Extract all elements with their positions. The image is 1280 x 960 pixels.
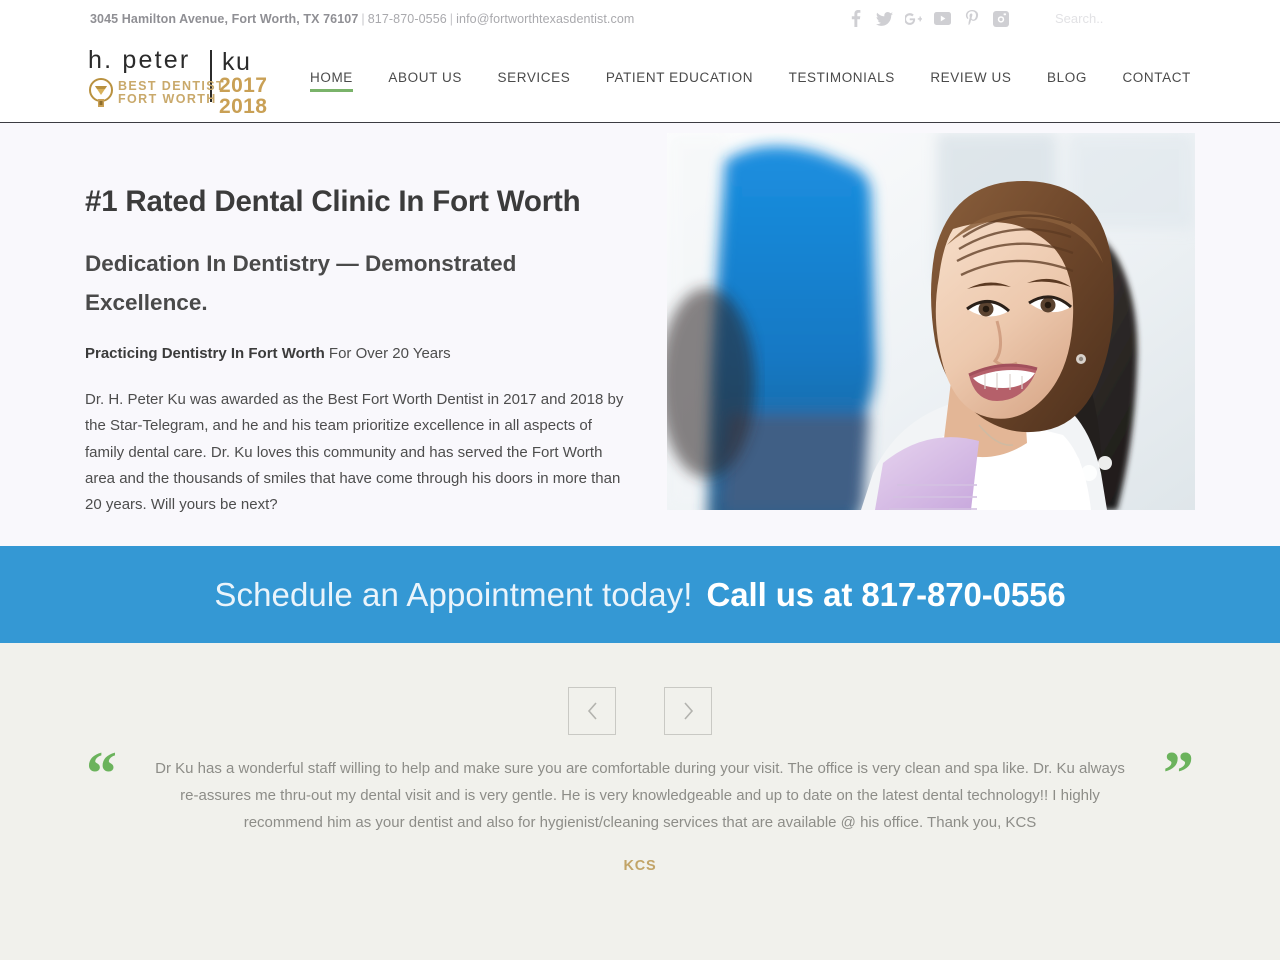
facebook-icon[interactable]: [847, 10, 864, 27]
nav-item-services[interactable]: SERVICES: [498, 70, 571, 92]
badge-line-1: BEST DENTIST: [118, 78, 226, 93]
main-navigation: HOME ABOUT US SERVICES PATIENT EDUCATION…: [270, 70, 1195, 92]
contact-separator-1: |: [361, 11, 365, 26]
youtube-icon[interactable]: [934, 10, 951, 27]
testimonial-author: KCS: [623, 858, 657, 874]
logo-first-name: h. peter: [88, 45, 191, 74]
badge-line-2: FORT WORTH: [118, 91, 217, 106]
hero-paragraph: Dr. H. Peter Ku was awarded as the Best …: [85, 391, 624, 514]
phone-link[interactable]: 817-870-0556: [368, 12, 447, 26]
nav-item-blog[interactable]: BLOG: [1047, 70, 1087, 92]
hero-heading: #1 Rated Dental Clinic In Fort Worth: [85, 185, 581, 218]
twitter-icon[interactable]: [876, 10, 893, 27]
best-dentist-badge: BEST DENTIST FORT WORTH: [88, 77, 226, 108]
search-input[interactable]: [1055, 10, 1195, 26]
appointment-cta-banner[interactable]: Schedule an Appointment today! Call us a…: [0, 546, 1280, 643]
badge-text: BEST DENTIST FORT WORTH: [118, 78, 226, 106]
testimonials-section: “ Dr Ku has a wonderful staff willing to…: [0, 643, 1280, 960]
logo-last-name: ku: [222, 47, 252, 76]
search-box[interactable]: [1055, 10, 1195, 28]
social-links: [847, 10, 1009, 27]
nav-item-home[interactable]: HOME: [310, 70, 353, 92]
cta-line: Schedule an Appointment today! Call us a…: [214, 576, 1065, 614]
quote-open-icon: “: [86, 740, 117, 808]
email-link[interactable]: info@fortworthtexasdentist.com: [456, 12, 634, 26]
carousel-next-button[interactable]: [664, 687, 712, 735]
contact-info: 3045 Hamilton Avenue, Fort Worth, TX 761…: [90, 12, 634, 26]
chevron-right-icon: [683, 702, 693, 720]
award-years: 2017 2018: [219, 75, 267, 117]
award-seal-icon: [88, 77, 114, 108]
chevron-left-icon: [587, 702, 597, 720]
quote-close-icon: ”: [1163, 740, 1194, 808]
testimonial-text: Dr Ku has a wonderful staff willing to h…: [155, 760, 1125, 831]
testimonial-carousel-nav: [0, 643, 1280, 735]
hero-text-block: #1 Rated Dental Clinic In Fort Worth Ded…: [85, 185, 645, 518]
site-header: h. peter ku BEST DENTIST FORT WORTH 2017…: [0, 37, 1280, 123]
site-logo[interactable]: h. peter ku BEST DENTIST FORT WORTH 2017…: [88, 45, 270, 117]
google-plus-icon[interactable]: [905, 10, 922, 27]
nav-item-patient-education[interactable]: PATIENT EDUCATION: [606, 70, 753, 92]
hero-tagline-rest: For Over 20 Years: [324, 345, 451, 362]
hero-tagline: Practicing Dentistry In Fort Worth For O…: [85, 343, 645, 365]
award-year-2: 2018: [219, 94, 268, 118]
address-text: 3045 Hamilton Avenue, Fort Worth, TX 761…: [90, 11, 359, 26]
cta-phone-text[interactable]: Call us at 817-870-0556: [707, 576, 1066, 614]
testimonial-quote: “ Dr Ku has a wonderful staff willing to…: [0, 743, 1280, 874]
nav-item-contact[interactable]: CONTACT: [1122, 70, 1190, 92]
hero-image: [667, 133, 1195, 510]
nav-item-testimonials[interactable]: TESTIMONIALS: [789, 70, 895, 92]
nav-item-about-us[interactable]: ABOUT US: [388, 70, 462, 92]
instagram-icon[interactable]: [992, 10, 1009, 27]
carousel-prev-button[interactable]: [568, 687, 616, 735]
cta-schedule-text: Schedule an Appointment today!: [214, 575, 693, 613]
top-bar: 3045 Hamilton Avenue, Fort Worth, TX 761…: [0, 0, 1280, 37]
award-year-1: 2017: [219, 73, 268, 97]
hero-section: #1 Rated Dental Clinic In Fort Worth Ded…: [0, 123, 1280, 546]
hero-subheading: Dedication In Dentistry — Demonstrated E…: [85, 251, 517, 315]
nav-item-review-us[interactable]: REVIEW US: [930, 70, 1011, 92]
pinterest-icon[interactable]: [963, 10, 980, 27]
hero-tagline-bold: Practicing Dentistry In Fort Worth: [85, 345, 325, 362]
contact-separator-2: |: [449, 11, 454, 26]
